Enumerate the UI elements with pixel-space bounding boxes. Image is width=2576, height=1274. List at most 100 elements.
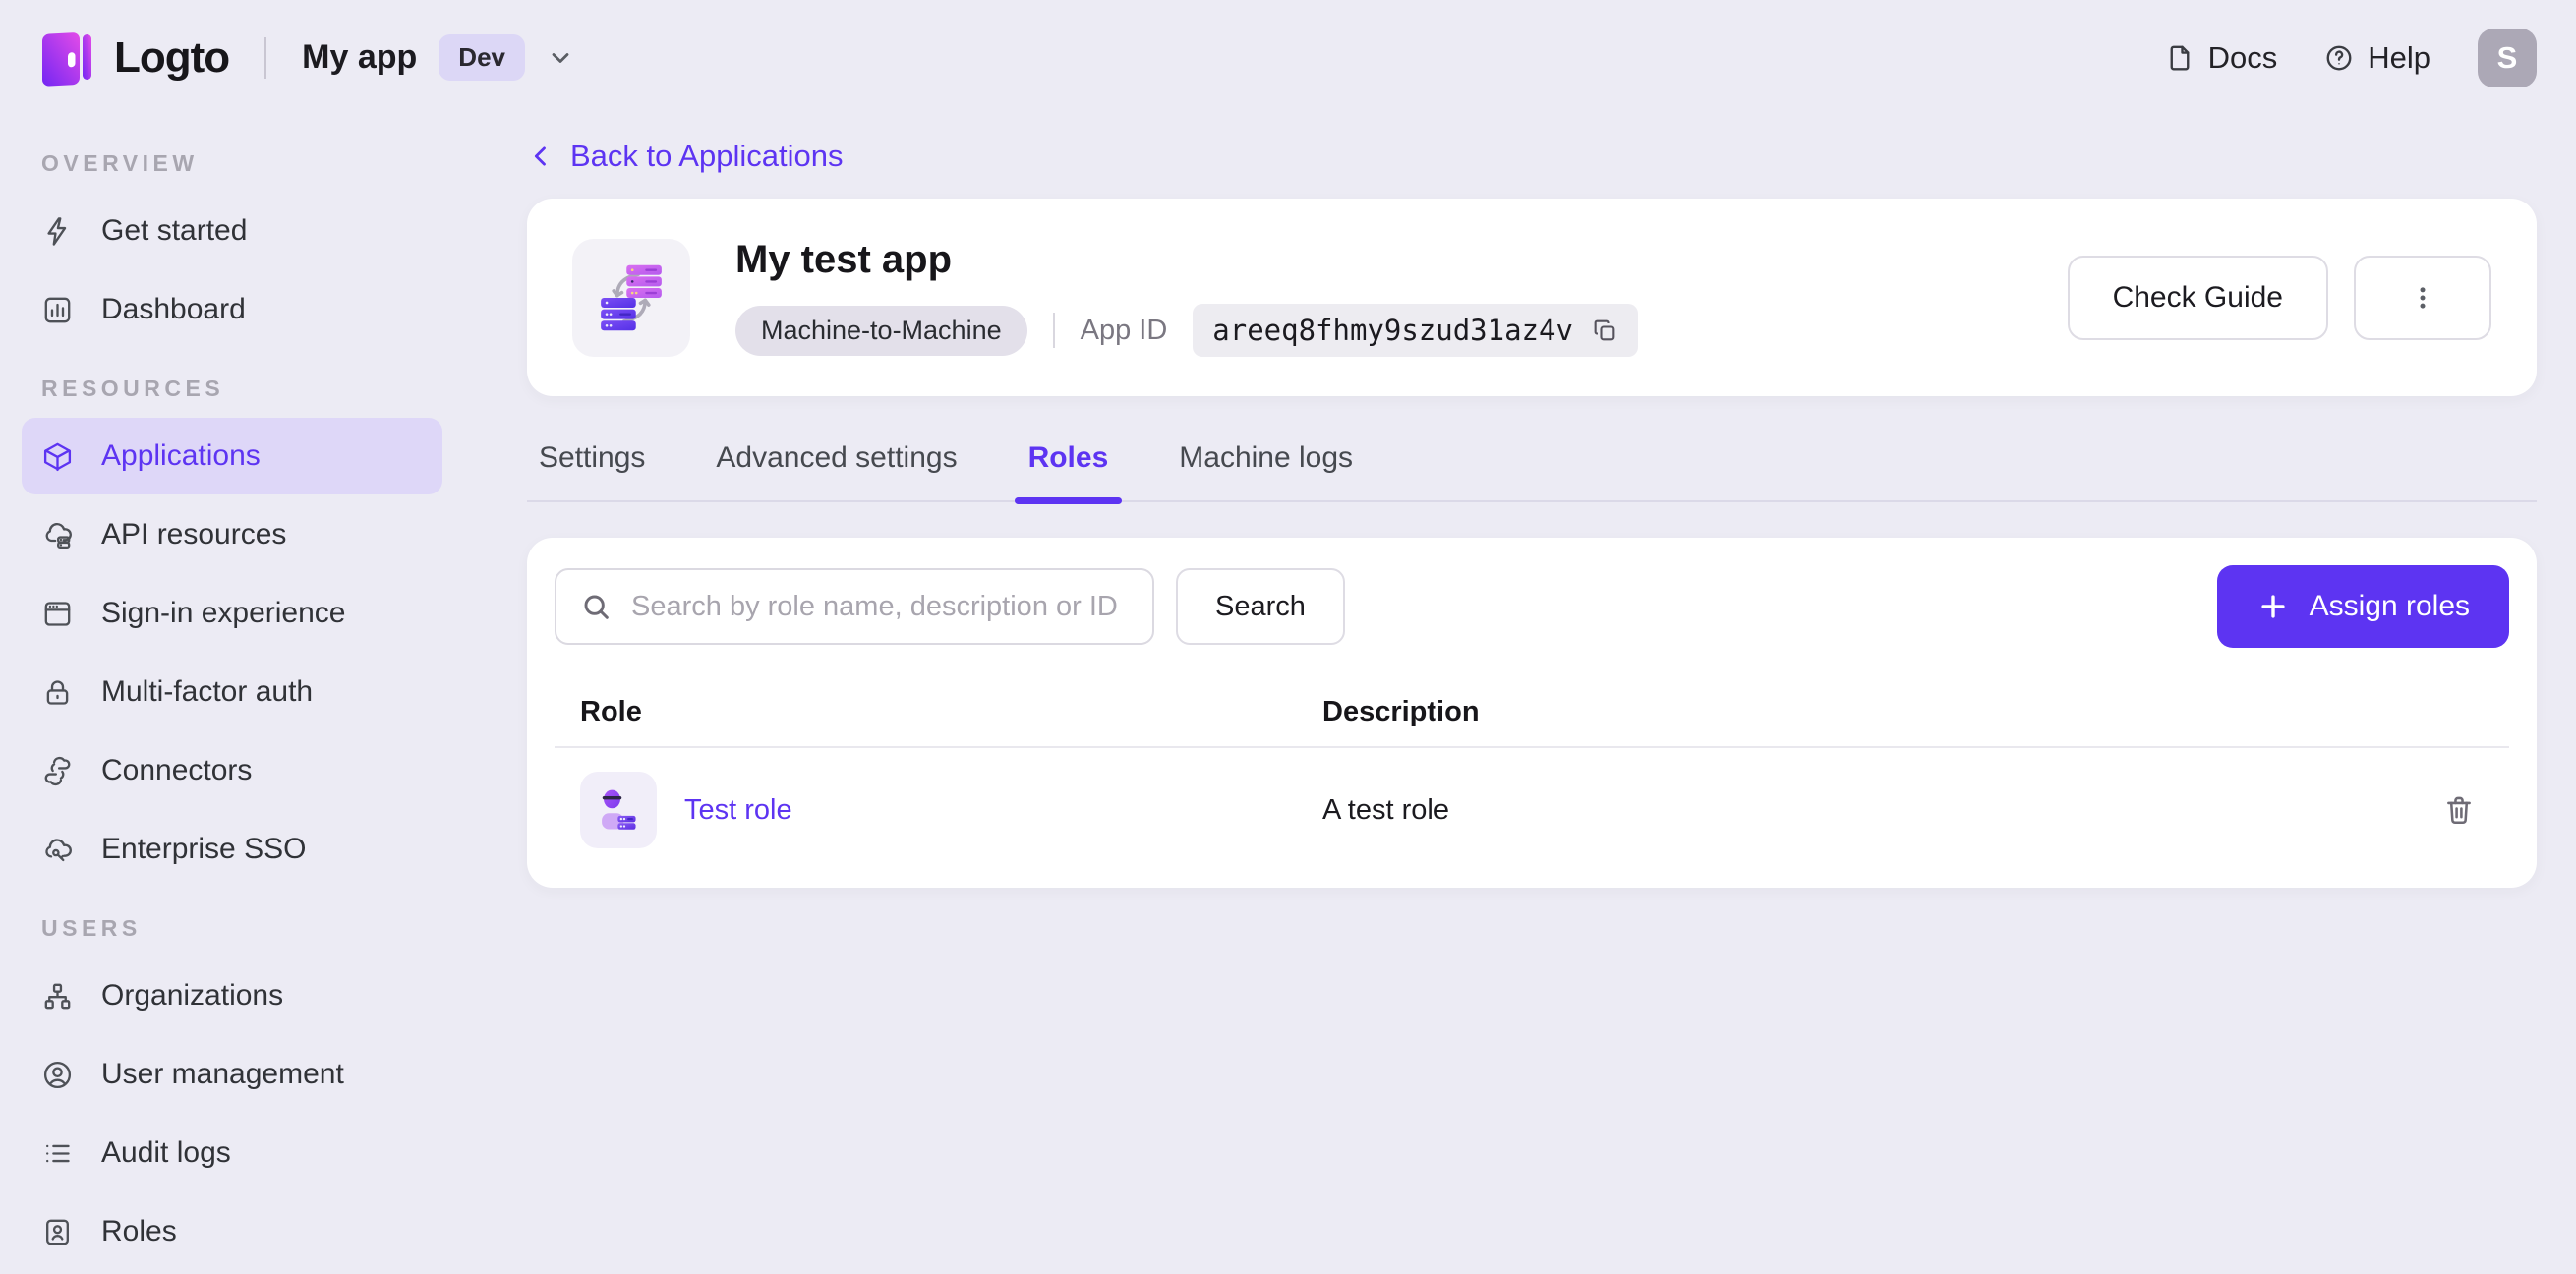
logto-logo-icon [42,31,91,86]
help-icon [2326,45,2352,70]
sidebar-item-audit-logs[interactable]: Audit logs [22,1115,442,1191]
cloud-key-icon [45,838,72,861]
sidebar-item-label: Organizations [101,979,284,1012]
delete-role-button[interactable] [2434,785,2484,835]
section-label-users: USERS [41,915,142,941]
main-content: Back to Applications My test app Machine… [464,115,2576,1274]
topbar-right: Docs Help S [2165,28,2537,87]
cloud-database-icon [45,522,72,549]
sidebar-item-dashboard[interactable]: Dashboard [22,271,442,348]
tab-roles[interactable]: Roles [1014,441,1122,504]
app-header-info: My test app Machine-to-Machine App ID ar… [735,238,1638,357]
sidebar: OVERVIEW Get started Dashboard RESOURCES… [0,115,464,1274]
assign-roles-label: Assign roles [2309,590,2470,622]
roles-toolbar: Search Assign roles [555,565,2509,648]
copy-icon [1594,319,1615,341]
bar-chart-icon [44,297,71,322]
roles-panel: Search Assign roles Role Description [527,538,2537,888]
role-illustration [602,789,636,830]
cube-icon [43,442,72,471]
logto-console: Logto My app Dev Docs Help S OVERVIEW Ge… [0,0,2576,1274]
tenant-switcher[interactable]: My app Dev [302,34,574,81]
user-circle-icon [43,1061,72,1088]
sidebar-item-api-resources[interactable]: API resources [22,496,442,573]
env-badge: Dev [439,34,525,81]
brand: Logto [39,28,230,88]
back-link-label: Back to Applications [570,139,844,173]
sidebar-item-enterprise-sso[interactable]: Enterprise SSO [22,811,442,888]
help-label: Help [2368,39,2430,75]
sidebar-item-label: Sign-in experience [101,597,346,629]
role-search-input[interactable] [631,590,1129,623]
sidebar-item-label: Applications [101,439,261,472]
sidebar-item-label: Get started [101,214,248,247]
more-actions-button[interactable] [2354,255,2491,340]
plus-icon [2260,595,2285,618]
sidebar-item-applications[interactable]: Applications [22,418,442,494]
role-description: A test role [1322,793,1449,826]
tab-advanced-settings[interactable]: Advanced settings [716,441,957,500]
tenant-name: My app [302,38,418,76]
docs-icon [2170,45,2190,70]
sidebar-item-multi-factor-auth[interactable]: Multi-factor auth [22,654,442,730]
machine-to-machine-illustration [601,264,662,330]
role-icon [580,772,657,848]
meta-divider [1052,313,1055,348]
user-avatar[interactable]: S [2478,28,2537,87]
sidebar-item-label: User management [101,1058,344,1090]
assign-roles-button[interactable]: Assign roles [2216,565,2509,648]
topbar-divider [264,36,267,79]
table-row: Test role A test role [555,748,2509,872]
org-chart-icon [44,983,71,1009]
sidebar-item-label: API resources [101,518,287,550]
sidebar-item-sign-in-experience[interactable]: Sign-in experience [22,575,442,652]
sidebar-item-user-management[interactable]: User management [22,1036,442,1113]
topbar: Logto My app Dev Docs Help S [0,0,2576,115]
copy-app-id-button[interactable] [1591,317,1618,344]
sidebar-item-organizations[interactable]: Organizations [22,957,442,1034]
app-header-card: My test app Machine-to-Machine App ID ar… [527,199,2537,396]
check-guide-button[interactable]: Check Guide [2067,255,2328,340]
list-icon [46,1144,70,1162]
app-title: My test app [735,238,953,281]
app-id-label: App ID [1080,314,1168,346]
sidebar-item-label: Roles [101,1215,177,1247]
sidebar-item-roles[interactable]: Roles [22,1193,442,1270]
app-id-value: areeq8fhmy9szud31az4v [1212,314,1573,347]
browser-icon [44,601,71,626]
lightning-icon [47,216,67,246]
back-to-applications-link[interactable]: Back to Applications [527,139,843,174]
section-label-resources: RESOURCES [41,376,225,401]
tab-machine-logs[interactable]: Machine logs [1179,441,1353,500]
column-role: Role [580,695,642,727]
docs-button[interactable]: Docs [2165,39,2278,76]
column-description: Description [1322,695,1480,727]
role-name-link[interactable]: Test role [684,794,792,827]
lock-icon [46,679,69,705]
chevron-down-icon [552,52,569,63]
sidebar-item-label: Multi-factor auth [101,675,314,708]
connectors-icon [44,756,71,785]
docs-label: Docs [2207,39,2278,75]
sidebar-item-label: Audit logs [101,1136,231,1169]
search-button[interactable]: Search [1176,568,1345,645]
sidebar-item-get-started[interactable]: Get started [22,193,442,269]
roles-table-header: Role Description [555,677,2509,748]
search-icon [584,595,609,619]
sidebar-item-label: Enterprise SSO [101,833,307,865]
help-button[interactable]: Help [2324,40,2430,76]
section-label-overview: OVERVIEW [41,150,199,176]
tab-settings[interactable]: Settings [539,441,645,500]
role-search-box[interactable] [555,568,1154,645]
chevron-left-icon [534,146,546,166]
sidebar-item-label: Connectors [101,754,253,786]
sidebar-item-label: Dashboard [101,293,246,325]
app-icon [572,238,690,357]
trash-icon [2447,796,2471,825]
sidebar-item-connectors[interactable]: Connectors [22,732,442,809]
id-card-icon [46,1219,69,1245]
app-type-badge: Machine-to-Machine [735,305,1027,356]
app-tabs: Settings Advanced settings Roles Machine… [527,441,2537,504]
app-id-pill: areeq8fhmy9szud31az4v [1193,304,1638,357]
avatar-initial: S [2496,39,2518,75]
